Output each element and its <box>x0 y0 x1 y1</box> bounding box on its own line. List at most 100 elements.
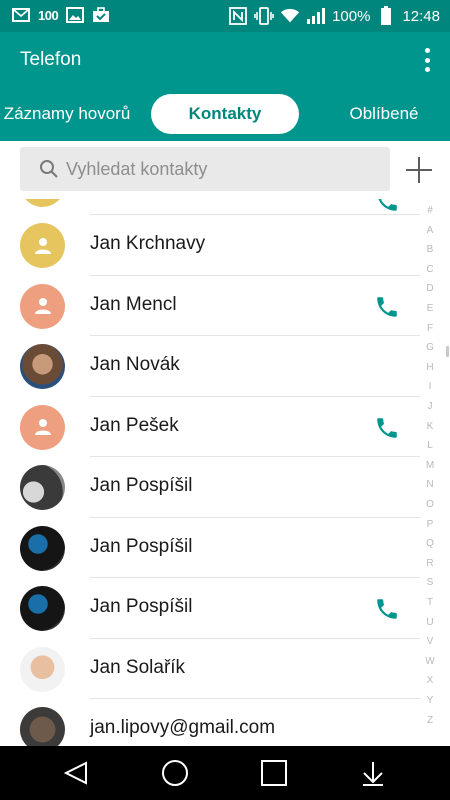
avatar <box>20 344 65 389</box>
add-contact-button[interactable] <box>404 155 434 185</box>
contact-name: Jan Mencl <box>90 293 177 315</box>
recents-square-icon <box>261 760 287 786</box>
search-row <box>0 141 450 199</box>
arrow-down-icon <box>363 762 383 786</box>
index-letter[interactable]: F <box>420 323 440 334</box>
index-letter[interactable]: G <box>420 342 440 353</box>
phone-icon[interactable] <box>374 199 400 214</box>
avatar <box>20 707 65 746</box>
contact-name: Jan Solařík <box>90 656 186 678</box>
index-letter[interactable]: L <box>420 440 440 451</box>
index-letter[interactable]: # <box>420 205 440 216</box>
index-letter[interactable]: H <box>420 362 440 373</box>
avatar <box>20 199 65 207</box>
phone-icon[interactable] <box>374 596 400 622</box>
contact-name: Jan Pešek <box>90 414 179 436</box>
phone-icon[interactable] <box>374 294 400 320</box>
nfc-icon <box>228 6 248 26</box>
contact-name: jan.lipovy@gmail.com <box>90 717 276 738</box>
notification-badge: 100 <box>38 7 59 23</box>
plus-icon <box>406 157 432 183</box>
contact-name: Jan Pospíšil <box>90 535 193 557</box>
contact-name: Jan Krchnavy <box>90 233 206 254</box>
search-input[interactable] <box>66 158 366 180</box>
tab-call-log[interactable]: Záznamy hovorů <box>0 94 140 134</box>
search-box[interactable] <box>20 147 390 191</box>
home-button[interactable] <box>159 758 191 788</box>
contact-name: Jan Novák <box>90 354 180 375</box>
image-icon <box>66 6 85 24</box>
index-letter[interactable]: C <box>420 264 440 275</box>
navigation-bar <box>0 746 450 800</box>
back-triangle-icon <box>63 761 87 785</box>
index-letter[interactable]: D <box>420 283 440 294</box>
list-item[interactable]: Jan Pospíšil <box>0 518 420 578</box>
list-item[interactable]: Jan Pospíšil <box>0 457 420 518</box>
tab-contacts[interactable]: Kontakty <box>151 94 299 134</box>
index-letter[interactable]: K <box>420 421 440 432</box>
avatar <box>20 283 65 329</box>
index-letter[interactable]: A <box>420 225 440 236</box>
index-letter[interactable]: X <box>420 675 440 686</box>
index-letter[interactable]: Q <box>420 538 440 549</box>
back-button[interactable] <box>60 758 92 788</box>
list-item[interactable]: Jan Mencl <box>0 276 420 336</box>
avatar <box>20 223 65 268</box>
index-letter[interactable]: O <box>420 499 440 510</box>
person-icon <box>34 237 51 254</box>
list-item[interactable]: Jan Solařík <box>0 639 420 699</box>
app-bar: Telefon <box>0 32 450 88</box>
alphabet-index[interactable]: # A B C D E F G H I J K L M N O P Q R S … <box>420 205 450 745</box>
index-letter[interactable]: N <box>420 479 440 490</box>
notification-pulldown-button[interactable] <box>357 758 389 788</box>
status-bar: 100 100% 12:48 <box>0 0 450 32</box>
contact-list: Jan Krchnavy Jan Mencl Jan Novák Jan Peš… <box>0 199 420 746</box>
contact-name: Jan Pospíšil <box>90 475 193 496</box>
list-item[interactable]: jan.lipovy@gmail.com <box>0 699 420 746</box>
battery-icon <box>376 6 396 26</box>
app-title: Telefon <box>20 49 82 70</box>
scroll-indicator <box>446 346 449 357</box>
list-item[interactable]: Jan Pospíšil <box>0 578 420 639</box>
index-letter[interactable]: T <box>420 597 440 608</box>
more-vert-icon[interactable] <box>420 46 434 74</box>
index-letter[interactable]: R <box>420 558 440 569</box>
phone-icon[interactable] <box>374 415 400 441</box>
index-letter[interactable]: P <box>420 519 440 530</box>
battery-percent: 100% <box>332 7 371 25</box>
home-circle-icon <box>162 760 188 786</box>
briefcase-check-icon <box>92 6 110 24</box>
index-letter[interactable]: S <box>420 577 440 588</box>
index-letter[interactable]: I <box>420 381 440 392</box>
clock: 12:48 <box>402 7 440 25</box>
index-letter[interactable]: E <box>420 303 440 314</box>
index-letter[interactable]: J <box>420 401 440 412</box>
email-icon <box>12 6 30 24</box>
list-item[interactable] <box>0 199 420 215</box>
list-item[interactable]: Jan Krchnavy <box>0 215 420 276</box>
index-letter[interactable]: B <box>420 244 440 255</box>
contact-name: Jan Pospíšil <box>90 596 193 617</box>
tab-favorites[interactable]: Oblíbené <box>340 94 428 134</box>
index-letter[interactable]: M <box>420 460 440 471</box>
index-letter[interactable]: W <box>420 656 440 667</box>
wifi-icon <box>280 6 300 26</box>
avatar <box>20 525 65 571</box>
vibrate-icon <box>254 6 274 26</box>
signal-icon <box>306 6 326 26</box>
index-letter[interactable]: V <box>420 636 440 647</box>
avatar <box>20 404 65 450</box>
avatar <box>20 465 65 510</box>
index-letter[interactable]: Z <box>420 715 440 726</box>
person-icon <box>34 298 51 314</box>
avatar <box>20 586 65 631</box>
recents-button[interactable] <box>258 758 290 788</box>
list-item[interactable]: Jan Novák <box>0 336 420 397</box>
search-icon <box>38 158 60 180</box>
list-item[interactable]: Jan Pešek <box>0 397 420 457</box>
avatar <box>20 646 65 692</box>
person-icon <box>34 419 51 435</box>
index-letter[interactable]: U <box>420 617 440 628</box>
index-letter[interactable]: Y <box>420 695 440 706</box>
tab-bar: Záznamy hovorů Kontakty Oblíbené <box>0 88 450 141</box>
